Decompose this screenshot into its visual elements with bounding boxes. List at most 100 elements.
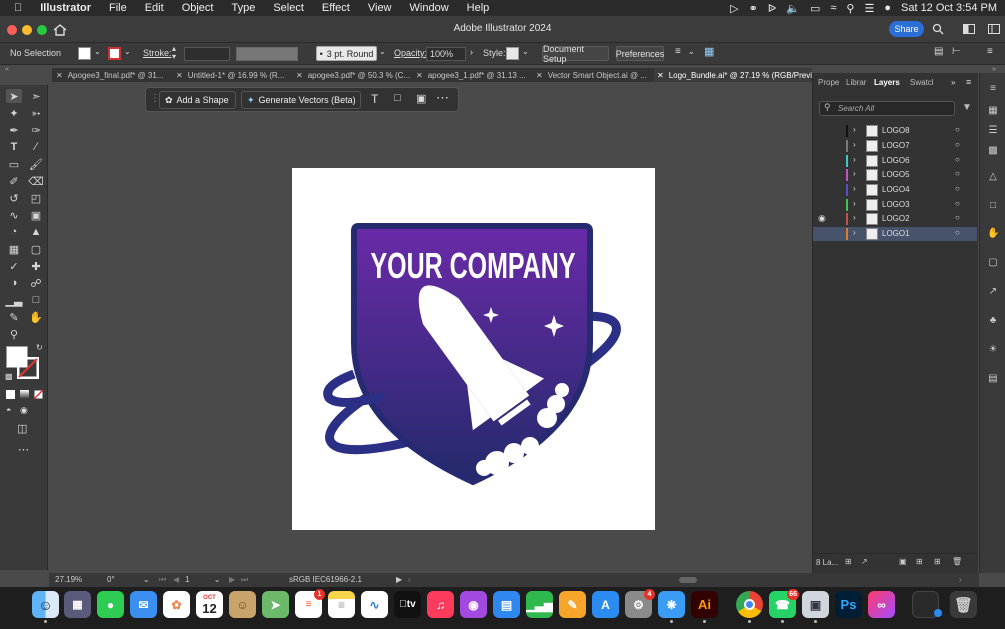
search-icon[interactable] (932, 23, 944, 35)
fill-swatch[interactable] (78, 47, 91, 60)
horizontal-scrollbar[interactable] (679, 577, 697, 583)
artboard-tool-icon[interactable]: □ (28, 293, 44, 307)
artboard-field[interactable]: 1 ⌄ (185, 575, 221, 586)
control-center-icon[interactable]: ☰ (864, 2, 874, 15)
preferences-button[interactable]: Preferences (616, 46, 664, 61)
system-settings-icon[interactable]: ⚙ 4 (625, 589, 655, 618)
podcasts-icon[interactable]: ◉ (460, 591, 487, 618)
panel-collapse-icon[interactable]: » (992, 66, 996, 73)
tab-libraries[interactable]: Librar (846, 78, 866, 87)
layer-name[interactable]: LOGO5 (882, 170, 910, 179)
stroke-stepper-icon[interactable]: ▴ ▾ (172, 45, 176, 61)
expand-layer-icon[interactable]: › (853, 169, 856, 178)
layers-panel-icon[interactable]: ☰ (987, 125, 999, 137)
screen-mode-icon[interactable]: ◫ (17, 422, 27, 435)
fill-dropdown-icon[interactable]: ⌄ (94, 47, 101, 56)
stroke-color-swatch[interactable] (17, 357, 39, 379)
chrome-icon[interactable] (736, 591, 763, 618)
generate-vectors-button[interactable]: ✦ Generate Vectors (Beta) (241, 91, 361, 109)
brush-dropdown-icon[interactable]: ⌄ (379, 47, 386, 56)
image-icon[interactable]: ▣ (416, 92, 426, 105)
creative-cloud-icon[interactable]: ⚭ (749, 2, 758, 15)
menu-object[interactable]: Object (173, 2, 223, 14)
prev-artboard-icon[interactable]: ◀ (173, 575, 179, 584)
layer-target-icon[interactable]: ○ (955, 140, 960, 149)
opacity-label[interactable]: Opacity: (394, 48, 427, 58)
puppet-warp-icon[interactable]: ✋ (987, 228, 999, 240)
appearance-panel-icon[interactable]: ☀ (987, 344, 999, 356)
rotate-tool-icon[interactable]: ↺ (6, 191, 22, 205)
transform-panel-icon[interactable]: □ (987, 200, 999, 212)
tab-logo-bundle[interactable]: ✕ Logo_Bundle.ai* @ 27.19 % (RGB/Previe (654, 68, 812, 82)
lasso-tool-icon[interactable]: ➳ (28, 106, 44, 120)
layer-target-icon[interactable]: ○ (955, 199, 960, 208)
apple-tv-icon[interactable]: tv (394, 591, 421, 618)
artboard[interactable]: YOUR COMPANY (292, 168, 655, 530)
menu-type[interactable]: Type (222, 2, 264, 14)
direct-selection-tool-icon[interactable]: ➣ (28, 89, 44, 103)
selection-tool-icon[interactable]: ➤ (6, 89, 22, 103)
transform-icon[interactable]: ▦ (704, 45, 714, 58)
edit-toolbar-icon[interactable]: ⋯ (18, 443, 29, 456)
live-paint-tool-icon[interactable]: ▲ (28, 225, 44, 239)
tab-vector-smart-object[interactable]: ✕ Vector Smart Object.ai @ ... (536, 68, 654, 82)
tab-apogee3-1[interactable]: ✕ apogee3_1.pdf* @ 31.13 ... (416, 68, 534, 82)
launchpad-icon[interactable]: ▦ (64, 591, 91, 618)
properties-panel-icon[interactable]: ≡ (987, 83, 999, 95)
zoom-tool-icon[interactable]: ⚲ (6, 327, 22, 341)
document-setup-button[interactable]: Document Setup (542, 44, 609, 64)
magic-wand-tool-icon[interactable]: ✦ (6, 106, 22, 120)
menu-view[interactable]: View (359, 2, 401, 14)
distribute-icon[interactable]: ⊢ (952, 46, 961, 57)
menubar-datetime[interactable]: Sat 12 Oct 3:54 PM (901, 2, 997, 14)
trash-icon[interactable]: 🗑 (950, 591, 977, 618)
numbers-icon[interactable]: ▁▃▅ (526, 591, 553, 618)
layer-row-logo7[interactable]: › LOGO7 ○ (813, 139, 977, 153)
layer-row-logo2[interactable]: ◉ › LOGO2 ○ (813, 212, 977, 226)
slice-tool-icon[interactable]: ✎ (6, 310, 22, 324)
layer-name[interactable]: LOGO3 (882, 200, 910, 209)
make-clipping-mask-icon[interactable]: ▣ (899, 557, 907, 566)
filter-icon[interactable]: ▼ (962, 102, 972, 113)
curvature-tool-icon[interactable]: ✑ (28, 123, 44, 137)
close-tab-icon[interactable]: ✕ (416, 71, 423, 80)
layer-name[interactable]: LOGO8 (882, 126, 910, 135)
swatches-panel-icon[interactable]: ▩ (987, 145, 999, 157)
measure-tool-icon[interactable]: ✚ (28, 259, 44, 273)
scroll-right-icon[interactable]: › (959, 575, 962, 584)
messages-icon[interactable]: ● (97, 591, 124, 618)
none-mode-icon[interactable] (34, 390, 43, 399)
eraser-tool-icon[interactable]: ⌫ (28, 174, 44, 188)
warp-tool-icon[interactable]: ∿ (6, 208, 22, 222)
menu-help[interactable]: Help (458, 2, 499, 14)
safari-icon[interactable]: ❋ (658, 591, 685, 618)
draw-inside-icon[interactable]: ◉ (20, 405, 28, 416)
volume-icon[interactable]: 🔈 (786, 2, 800, 15)
text-tool-icon[interactable]: T (371, 92, 378, 106)
pen-tool-icon[interactable]: ✒ (6, 123, 22, 137)
shaper-tool-icon[interactable]: ✐ (6, 174, 22, 188)
line-tool-icon[interactable]: ∕ (28, 140, 44, 154)
shape-builder-tool-icon[interactable]: ◔ (6, 225, 22, 239)
layers-search-field[interactable]: Search All (819, 101, 955, 116)
first-artboard-icon[interactable]: ⏮ (159, 575, 166, 585)
eyedropper-tool-icon[interactable]: ✓ (6, 259, 22, 273)
layer-target-icon[interactable]: ○ (955, 228, 960, 237)
calendar-icon[interactable]: OCT 12 (196, 591, 223, 618)
whatsapp-icon[interactable]: ☎ 66 (769, 589, 799, 618)
close-tab-icon[interactable]: ✕ (536, 71, 543, 80)
mesh-tool-icon[interactable]: ▦ (6, 242, 22, 256)
new-sublayer-icon[interactable]: ⊞ (916, 557, 923, 566)
photoshop-icon[interactable]: Ps (835, 591, 862, 618)
expand-layer-icon[interactable]: › (853, 228, 856, 237)
stroke-label[interactable]: Stroke: (143, 48, 172, 58)
zoom-field[interactable]: 27.19% ⌄ (55, 575, 99, 593)
style-dropdown-icon[interactable]: ⌄ (522, 47, 529, 56)
last-artboard-icon[interactable]: ⏭ (241, 575, 248, 585)
opacity-field[interactable]: 100% (426, 47, 466, 61)
variable-width-field[interactable] (236, 47, 298, 61)
pages-icon[interactable]: ✎ (559, 591, 586, 618)
arrange-documents-icon[interactable] (963, 24, 975, 34)
free-transform-tool-icon[interactable]: ▣ (28, 208, 44, 222)
keynote-icon[interactable]: ▤ (493, 591, 520, 618)
